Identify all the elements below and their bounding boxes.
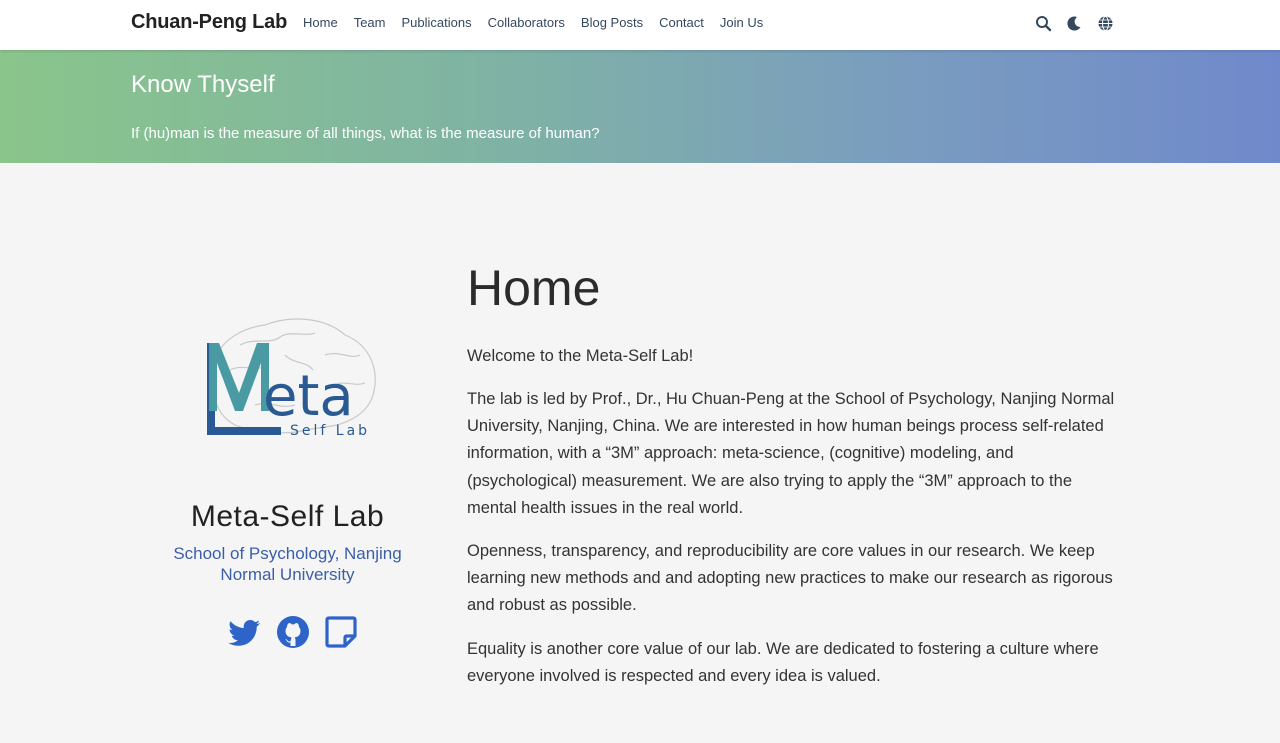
equality-paragraph: Equality is another core value of our la… bbox=[467, 640, 1099, 686]
search-icon[interactable] bbox=[1035, 15, 1052, 32]
notes-icon[interactable] bbox=[324, 615, 358, 649]
meta-self-lab-logo: eta Self Lab bbox=[195, 315, 385, 445]
nav-item-team[interactable]: Team bbox=[354, 15, 386, 30]
lab-name: Meta-Self Lab bbox=[190, 500, 385, 533]
globe-icon[interactable] bbox=[1097, 15, 1114, 32]
hero-subtitle: If (hu)man is the measure of all things,… bbox=[131, 125, 600, 142]
nav-item-collaborators[interactable]: Collaborators bbox=[488, 15, 565, 30]
site-brand-link[interactable]: Chuan-Peng Lab bbox=[131, 11, 287, 34]
svg-text:eta: eta bbox=[263, 364, 354, 429]
nav-tools bbox=[1035, 15, 1114, 32]
twitter-icon[interactable] bbox=[228, 615, 262, 649]
nav-item-home[interactable]: Home bbox=[303, 15, 338, 30]
values-paragraph: Openness, transparency, and reproducibil… bbox=[467, 542, 1113, 615]
github-icon[interactable] bbox=[276, 615, 310, 649]
page-title: Home bbox=[467, 260, 601, 316]
hero-title: Know Thyself bbox=[131, 71, 275, 98]
main-nav: Home Team Publications Collaborators Blo… bbox=[303, 15, 779, 30]
nav-item-publications[interactable]: Publications bbox=[401, 15, 471, 30]
intro-paragraph: Welcome to the Meta-Self Lab! bbox=[467, 347, 694, 365]
svg-text:Self Lab: Self Lab bbox=[290, 423, 370, 439]
nav-item-blog-posts[interactable]: Blog Posts bbox=[581, 15, 643, 30]
lab-description-paragraph: The lab is led by Prof., Dr., Hu Chuan-P… bbox=[467, 390, 1115, 517]
social-links bbox=[228, 615, 358, 649]
top-navbar: Chuan-Peng Lab Home Team Publications Co… bbox=[0, 0, 1280, 50]
nav-item-contact[interactable]: Contact bbox=[659, 15, 704, 30]
moon-icon[interactable] bbox=[1066, 15, 1083, 32]
hero-banner: Know Thyself If (hu)man is the measure o… bbox=[0, 50, 1280, 163]
main-content: Home Welcome to the Meta-Self Lab! The l… bbox=[467, 258, 1127, 685]
lab-affiliation-link[interactable]: School of Psychology, Nanjing Normal Uni… bbox=[150, 543, 425, 585]
nav-item-join-us[interactable]: Join Us bbox=[720, 15, 763, 30]
